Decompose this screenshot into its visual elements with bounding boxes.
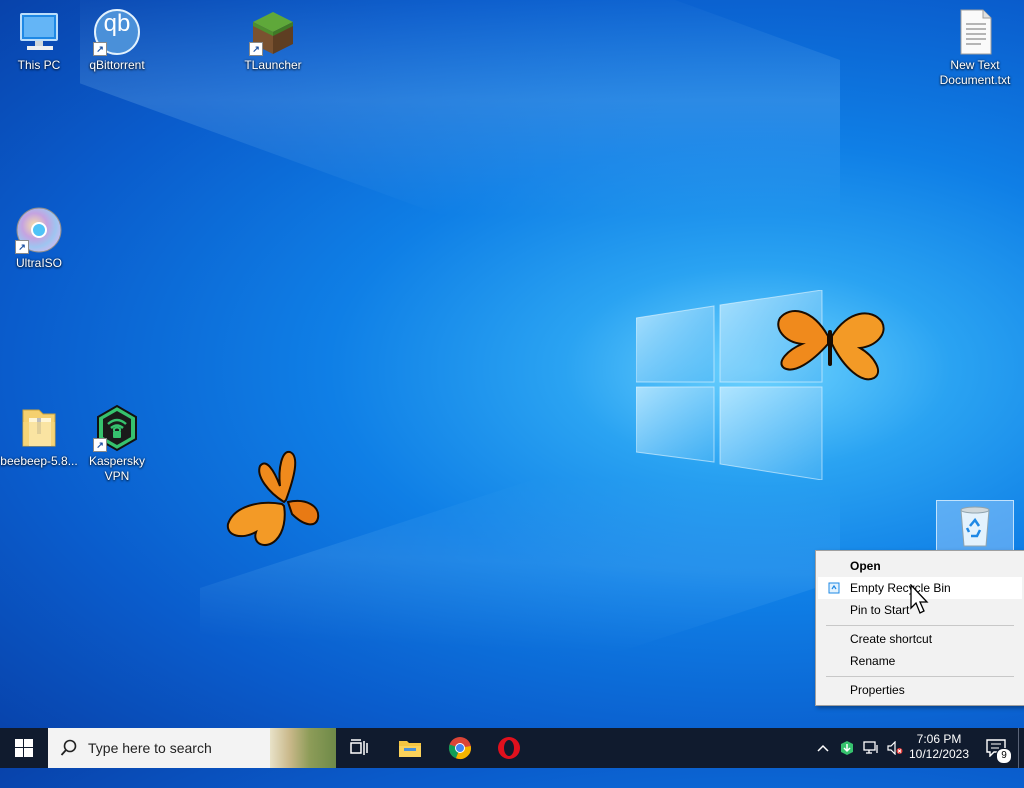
search-highlight-art [270, 728, 336, 768]
task-view-icon [350, 739, 368, 755]
desktop-icon-beebeep[interactable]: beebeep-5.8... [0, 404, 78, 469]
desktop-icon-recycle-bin[interactable] [936, 500, 1014, 552]
search-icon [60, 739, 77, 756]
menu-item-label: Rename [850, 654, 896, 668]
desktop-icon-label-line1: Kaspersky [88, 454, 146, 468]
desktop-icon-new-text-document[interactable]: New Text Document.txt [936, 8, 1014, 88]
desktop-icon-label: UltraISO [15, 256, 62, 270]
desktop-icon-this-pc[interactable]: This PC [0, 8, 78, 73]
chevron-up-icon [817, 744, 829, 752]
menu-item-label: Properties [850, 683, 905, 697]
desktop-icon-label: beebeep-5.8... [0, 454, 78, 468]
menu-separator [826, 625, 1014, 626]
qbittorrent-glyph: qb [103, 10, 131, 37]
mouse-cursor-icon [910, 584, 929, 614]
text-file-icon [960, 9, 992, 55]
shortcut-arrow-icon: ↗ [93, 438, 107, 452]
menu-item-open[interactable]: Open [818, 555, 1022, 577]
search-placeholder: Type here to search [88, 740, 212, 756]
butterfly-icon [777, 310, 885, 381]
opera-icon [498, 737, 520, 759]
kaspersky-tray-icon [841, 741, 853, 755]
file-explorer-button[interactable] [386, 728, 434, 768]
menu-item-label: Pin to Start [850, 603, 910, 617]
tray-volume[interactable] [884, 728, 906, 768]
desktop-icon-label-line1: New Text [950, 58, 1000, 72]
menu-item-label: Empty Recycle Bin [850, 581, 951, 595]
menu-item-properties[interactable]: Properties [818, 679, 1022, 701]
recycle-small-icon [828, 582, 840, 594]
start-button[interactable] [0, 728, 48, 768]
desktop-icon-kaspersky-vpn[interactable]: ↗ Kaspersky VPN [78, 404, 156, 484]
clock-date: 10/12/2023 [908, 747, 970, 761]
desktop-icon-label: TLauncher [244, 58, 302, 72]
show-desktop-button[interactable] [1018, 728, 1024, 768]
chrome-button[interactable] [436, 728, 484, 768]
volume-muted-icon [887, 741, 903, 755]
tray-network[interactable] [860, 728, 882, 768]
menu-separator [826, 676, 1014, 677]
chrome-icon [448, 737, 471, 760]
desktop-icon-label: This PC [17, 58, 61, 72]
tray-kaspersky[interactable] [836, 728, 858, 768]
desktop-icon-label-line2: VPN [104, 469, 130, 483]
butterfly-icon [226, 450, 320, 547]
desktop-icon-qbittorrent[interactable]: qb ↗ qBittorrent [78, 8, 156, 73]
context-menu: Open Empty Recycle Bin Pin to Start Crea… [815, 550, 1024, 706]
menu-item-label: Create shortcut [850, 632, 933, 646]
notification-count-badge: 9 [996, 748, 1012, 764]
recycle-bin-icon [960, 506, 990, 547]
menu-item-rename[interactable]: Rename [818, 650, 1022, 672]
taskbar-search-box[interactable]: Type here to search [48, 728, 336, 768]
clock-time: 7:06 PM [916, 732, 962, 746]
opera-button[interactable] [485, 728, 533, 768]
shortcut-arrow-icon: ↗ [15, 240, 29, 254]
menu-item-create-shortcut[interactable]: Create shortcut [818, 628, 1022, 650]
desktop-icon-label: qBittorrent [89, 58, 145, 72]
task-view-button[interactable] [336, 728, 384, 768]
action-center-button[interactable]: 9 [976, 728, 1016, 768]
file-explorer-icon [399, 741, 421, 757]
shortcut-arrow-icon: ↗ [93, 42, 107, 56]
desktop-icon-tlauncher[interactable]: ↗ TLauncher [234, 8, 312, 73]
taskbar: Type here to search 7:06 PM 10/12/2023 9 [0, 728, 1024, 768]
taskbar-clock[interactable]: 7:06 PM 10/12/2023 [904, 728, 974, 768]
monitor-icon [20, 13, 58, 50]
tray-overflow-button[interactable] [812, 728, 834, 768]
desktop-icon-ultraiso[interactable]: ↗ UltraISO [0, 206, 78, 271]
menu-item-label: Open [850, 559, 881, 573]
network-icon [863, 741, 878, 754]
shortcut-arrow-icon: ↗ [249, 42, 263, 56]
windows-start-icon [15, 739, 33, 757]
desktop-icon-label-line2: Document.txt [939, 73, 1011, 87]
folder-zip-icon [22, 409, 56, 447]
